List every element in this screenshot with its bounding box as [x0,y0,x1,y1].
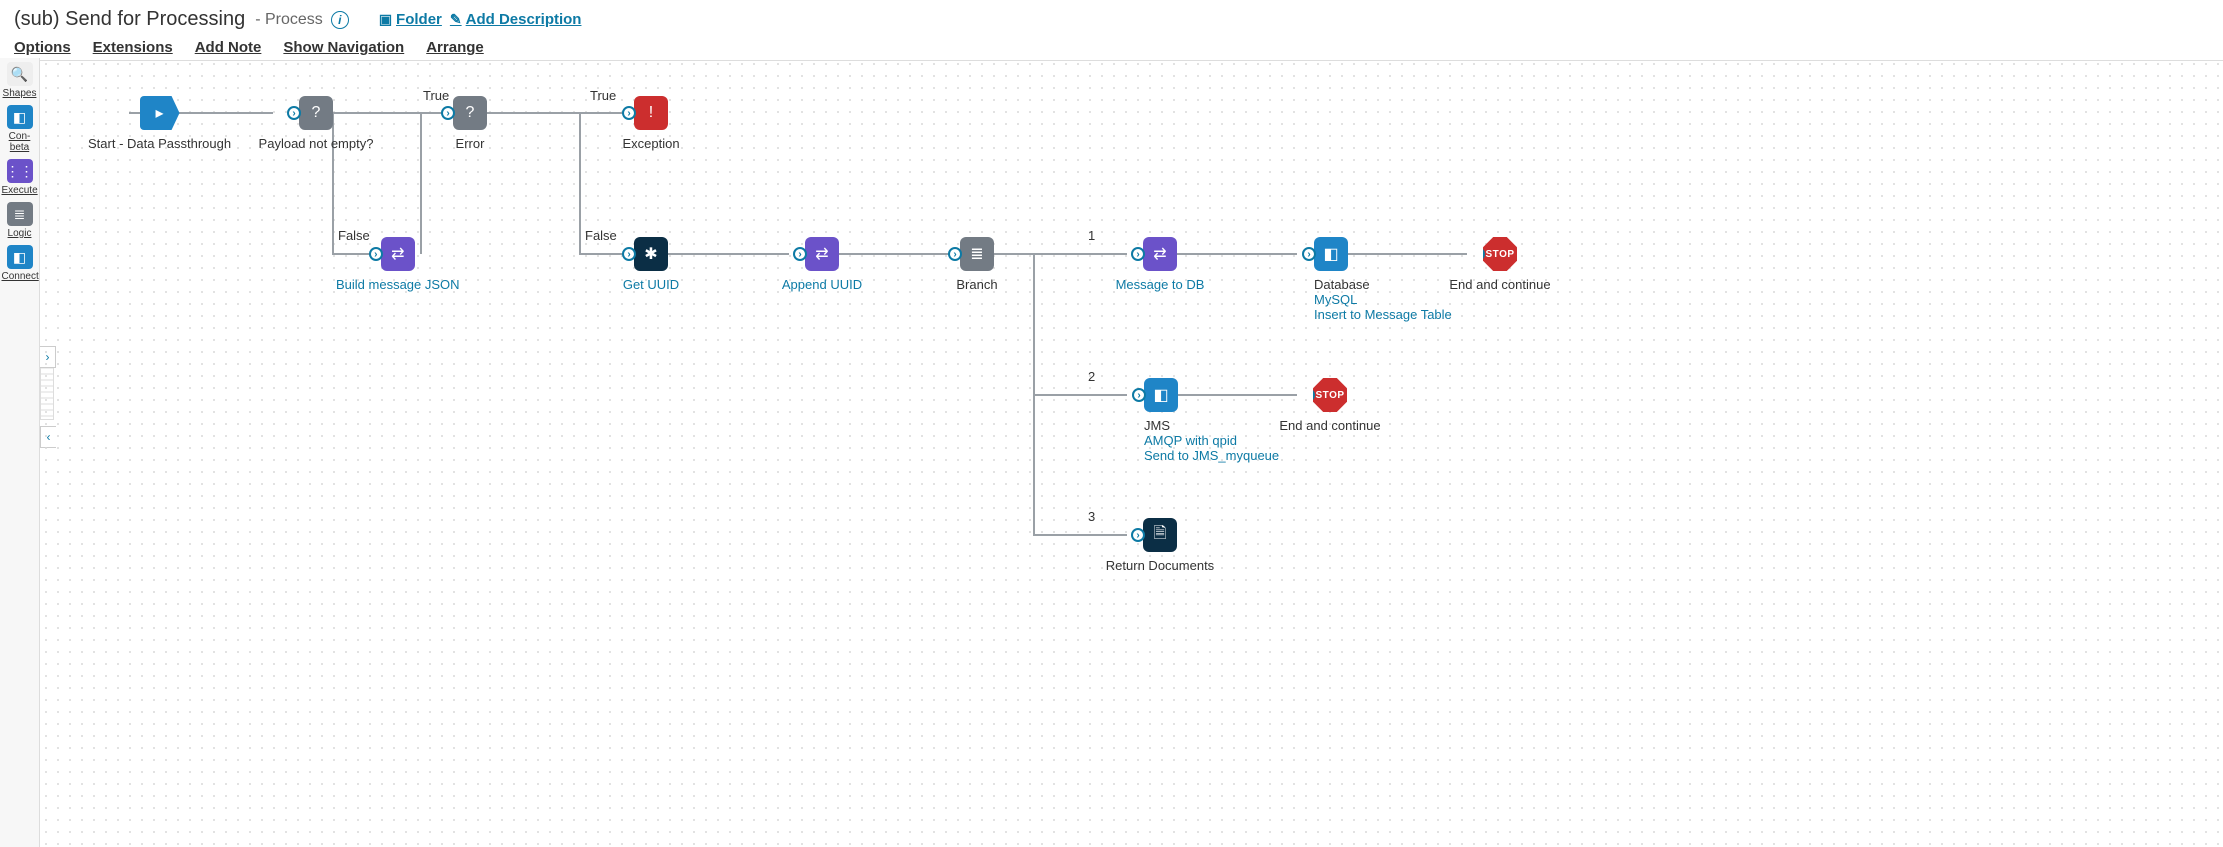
port-icon: › [793,247,807,261]
menu-bar: Options Extensions Add Note Show Navigat… [14,39,2209,56]
node-database-label: Database [1314,277,1452,292]
tool-logic-label: Logic [2,228,38,239]
port-icon: › [1132,388,1146,402]
node-message-to-db[interactable]: ›⇄ Message to DB [1100,237,1220,292]
node-build-json-label: Build message JSON [336,277,460,292]
add-description-link[interactable]: Add Description [450,11,582,28]
connector-icon: ◧ [7,105,33,129]
port-icon: › [369,247,383,261]
folder-link-label: Folder [396,11,442,28]
node-return-documents[interactable]: ›🗎 Return Documents [1100,518,1220,573]
folder-icon [379,11,392,28]
map-icon: ›⇄ [1143,237,1177,271]
branch-icon: ›≣ [960,237,994,271]
port-icon: › [441,106,455,120]
tool-rail: 🔍 Shapes ◧ Con-beta ⋮⋮ Execute ≣ Logic ◧… [0,58,40,847]
connector-icon: ›◧ [1144,378,1178,412]
tool-execute-label: Execute [2,185,38,196]
decision-icon: ›? [299,96,333,130]
node-build-json[interactable]: ›⇄ Build message JSON [336,237,460,292]
process-type-label: - Process [255,11,323,29]
tool-shapes-label: Shapes [2,88,38,99]
tool-shapes[interactable]: 🔍 Shapes [2,62,38,99]
node-start-label: Start - Data Passthrough [88,136,231,151]
tool-con-beta[interactable]: ◧ Con-beta [2,105,38,153]
node-end-2[interactable]: ›STOP End and continue [1270,378,1390,433]
menu-show-navigation[interactable]: Show Navigation [283,39,404,56]
menu-options[interactable]: Options [14,39,71,56]
port-icon: › [622,247,636,261]
gear-icon: ›✱ [634,237,668,271]
tool-connect-label: Connect [2,271,38,282]
node-decision-error[interactable]: ›? Error [436,96,504,151]
menu-arrange[interactable]: Arrange [426,39,484,56]
node-database-conn: MySQL [1314,292,1452,307]
node-append-uuid[interactable]: ›⇄ Append UUID [762,237,882,292]
branch-number-1: 1 [1088,228,1095,243]
port-icon: › [948,247,962,261]
exception-icon: ›! [634,96,668,130]
node-database-connector[interactable]: ›◧ Database MySQL Insert to Message Tabl… [1270,237,1452,322]
map-icon: ›⇄ [381,237,415,271]
menu-extensions[interactable]: Extensions [93,39,173,56]
process-canvas[interactable]: True True False False 1 2 3 ▸ Start - Da… [40,58,2223,847]
return-icon: ›🗎 [1143,518,1177,552]
map-icon: ›⇄ [805,237,839,271]
search-icon: 🔍 [7,62,33,86]
port-icon: › [1302,247,1316,261]
node-get-uuid[interactable]: ›✱ Get UUID [606,237,696,292]
node-decision-error-label: Error [436,136,504,151]
execute-icon: ⋮⋮ [7,159,33,183]
add-description-label: Add Description [466,11,582,28]
page-title: (sub) Send for Processing [14,8,245,31]
menu-add-note[interactable]: Add Note [195,39,262,56]
node-jms-conn: AMQP with qpid [1144,433,1279,448]
node-jms-label: JMS [1144,418,1279,433]
port-icon: › [1301,388,1315,402]
node-decision-payload[interactable]: ›? Payload not empty? [256,96,376,151]
node-start[interactable]: ▸ Start - Data Passthrough [88,96,231,151]
stop-icon: ›STOP [1313,378,1347,412]
stop-text: STOP [1485,249,1514,260]
header: (sub) Send for Processing - Process i Fo… [0,0,2223,61]
port-icon: › [287,106,301,120]
node-end-2-label: End and continue [1270,418,1390,433]
tool-execute[interactable]: ⋮⋮ Execute [2,159,38,196]
tool-connect[interactable]: ◧ Connect [2,245,38,282]
node-append-uuid-label: Append UUID [762,277,882,292]
tool-con-beta-label: Con-beta [2,131,38,153]
node-exception[interactable]: ›! Exception [606,96,696,151]
node-end-1-label: End and continue [1440,277,1560,292]
edge [420,112,422,254]
stop-icon: ›STOP [1483,237,1517,271]
tool-logic[interactable]: ≣ Logic [2,202,38,239]
folder-link[interactable]: Folder [379,11,442,28]
node-branch-label: Branch [932,277,1022,292]
node-jms-op: Send to JMS_myqueue [1144,448,1279,463]
node-end-1[interactable]: ›STOP End and continue [1440,237,1560,292]
stop-text: STOP [1315,390,1344,401]
port-icon: › [1131,247,1145,261]
node-database-op: Insert to Message Table [1314,307,1452,322]
node-exception-label: Exception [606,136,696,151]
port-icon: › [1471,247,1485,261]
port-icon: › [622,106,636,120]
node-decision-payload-label: Payload not empty? [256,136,376,151]
branch-number-2: 2 [1088,369,1095,384]
node-branch[interactable]: ›≣ Branch [932,237,1022,292]
port-icon: › [1131,528,1145,542]
logic-icon: ≣ [7,202,33,226]
connector-icon: ›◧ [1314,237,1348,271]
node-get-uuid-label: Get UUID [606,277,696,292]
branch-number-3: 3 [1088,509,1095,524]
decision-icon: ›? [453,96,487,130]
node-message-to-db-label: Message to DB [1100,277,1220,292]
node-return-documents-label: Return Documents [1100,558,1220,573]
pencil-icon [450,11,462,28]
node-jms-connector[interactable]: ›◧ JMS AMQP with qpid Send to JMS_myqueu… [1100,378,1279,463]
start-icon: ▸ [140,96,180,130]
edge [579,112,581,254]
info-icon[interactable]: i [331,11,349,29]
connect-icon: ◧ [7,245,33,269]
